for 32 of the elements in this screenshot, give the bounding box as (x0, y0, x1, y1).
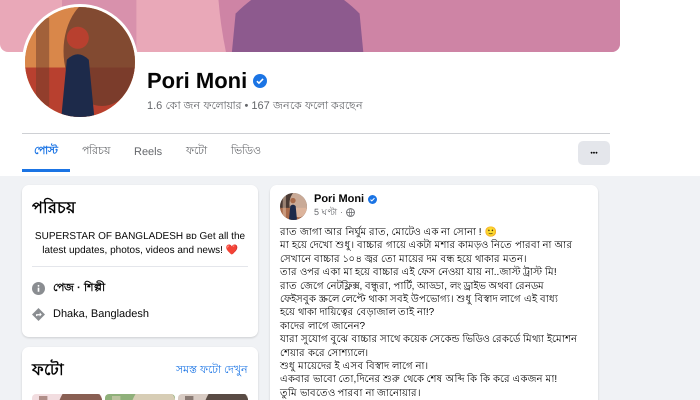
profile-tab[interactable]: পোস্ট (22, 134, 70, 172)
post-text-line: রাত জাগা আর নির্ঘুম রাত, মোটেও এক না সোনা ! 🙂 (280, 226, 498, 238)
profile-tab[interactable]: Reels (122, 134, 174, 172)
post-text-line: যারা সুযোগ বুঝে বাচ্চার সাথে কয়েক সেকেন্ড ভিডিও রেকর্ডে মিথ্যা ইমোশন (280, 333, 578, 347)
post-avatar[interactable] (280, 193, 307, 220)
bio-text: SUPERSTAR OF BANGLADESH ʙᴅ Get all the latest updates, photos, videos and news! ❤ (34, 230, 246, 258)
post-text-line: সেখানে বাচ্চার ১০৪ জ্বর তো মায়ের দম বন্ধ হয়ে থাকার মতন। (280, 252, 528, 266)
post-text-line: রাত জেগে নেটফ্লিক্স, বন্ধুরা, পার্টি, আড্ডা, লং ড্রাইভ অথবা রেনডম (280, 280, 546, 292)
post-text-line: তার ওপর একা মা হয়ে বাচ্চার এই ফেস নেওয়া যায় না..জাস্ট ট্রাস্ট মি! (280, 266, 558, 280)
follower-stats: 1.6 কো জন ফলোয়ার • 167 জনকে ফলো করছেন (147, 99, 364, 114)
post-text-line: মা হয়ে দেখো শুধু। বাচ্চার গায়ে একটা মশার কামড়ও নিতে পারবা না আর (280, 239, 574, 253)
detail-text: পেজ · শিল্পী (53, 279, 105, 296)
post-text-line: কাদের লাগে জানেন? (280, 320, 366, 334)
post-text-line: হয়ে থাকা দায়িত্বের বেড়াজাল তাই না!? (280, 306, 436, 320)
post-time[interactable]: 5 ঘণ্টা · (314, 205, 344, 220)
post-author[interactable]: Pori Moni (314, 193, 364, 205)
profile-name: Pori Moni (147, 68, 248, 94)
globe-icon (346, 208, 356, 217)
info-icon (32, 282, 45, 294)
profile-tab[interactable]: ফটো (174, 134, 220, 172)
post-text-line: শেয়ার করে সোশ্যালে। (280, 346, 370, 360)
detail-text: Dhaka, Bangladesh (53, 308, 150, 320)
profile-tab[interactable]: পরিচয় (70, 134, 122, 172)
post-text-line: শুধু মায়েদের ই এসব বিস্বাদ লাগে না। (280, 360, 430, 373)
card-title: ফটো (32, 357, 64, 384)
card-title: পরিচয় (32, 200, 75, 217)
see-all-photos-link[interactable]: সমস্ত ফটো দেখুন (176, 361, 248, 380)
post-text-line: তুমি ভাবতেও পারবা না জানোয়ার। (280, 386, 422, 400)
post-text-line: ফেইসবুক স্ক্রলে লেপ্টে থাকা সবই উপভোগ্য। শুধু বিস্বাদ লাগে এই বাধ্য (280, 293, 559, 306)
post-text-line: একবার ভাবো তো,দিনের শুরু থেকে শেষ অব্দি কি কি করে একজন মা! (280, 373, 558, 387)
direction-icon (32, 308, 45, 320)
profile-tab[interactable]: ভিডিও (219, 134, 274, 172)
